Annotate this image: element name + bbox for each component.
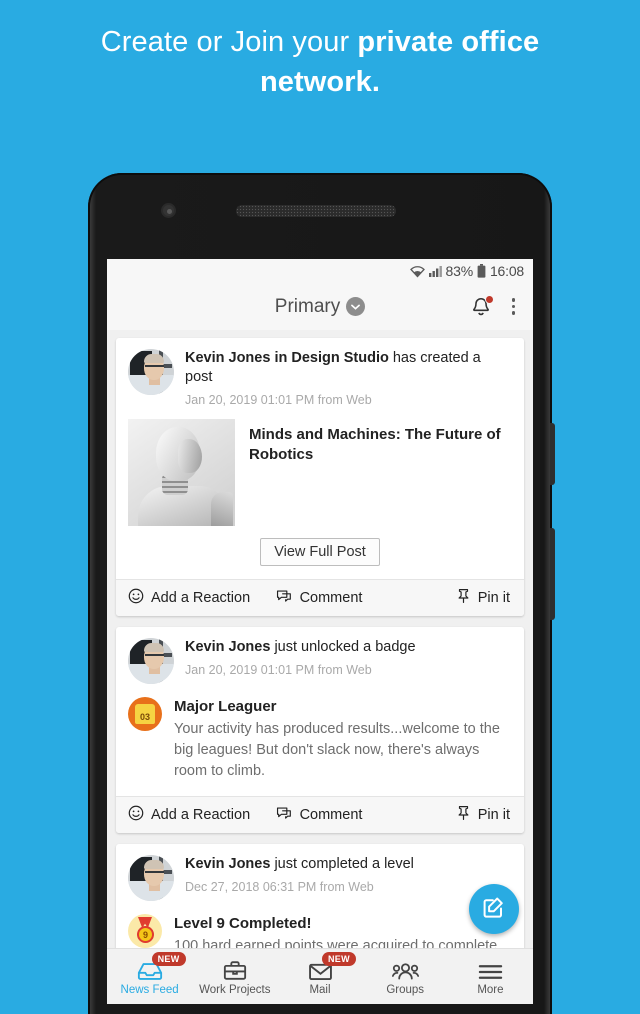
signal-icon	[428, 265, 442, 277]
notifications-button[interactable]	[470, 294, 494, 318]
overflow-menu-icon[interactable]	[508, 296, 520, 317]
pin-it-button[interactable]: Pin it	[383, 805, 524, 825]
comment-bubbles-icon	[276, 806, 293, 825]
badge-number-label: 03	[139, 712, 150, 722]
add-reaction-label: Add a Reaction	[151, 590, 251, 606]
briefcase-icon	[223, 958, 247, 981]
news-feed-list[interactable]: Kevin Jones in Design Studio has created…	[107, 330, 533, 948]
level-number-label: 9	[137, 926, 154, 943]
new-badge: NEW	[151, 952, 186, 966]
smiley-icon	[128, 805, 144, 825]
nav-item-groups[interactable]: Groups	[363, 949, 448, 1004]
chevron-down-icon	[346, 297, 366, 316]
add-reaction-button[interactable]: Add a Reaction	[116, 588, 255, 608]
battery-percent-label: 83%	[445, 263, 474, 279]
feed-card-badge[interactable]: Kevin Jones just unlocked a badge Jan 20…	[116, 627, 524, 833]
author-name[interactable]: Kevin Jones in Design Studio	[185, 350, 389, 366]
power-button[interactable]	[550, 423, 555, 485]
headline-light-text: Create or Join your	[100, 26, 358, 58]
post-body: Minds and Machines: The Future of Roboti…	[116, 417, 524, 538]
compose-fab-button[interactable]	[469, 884, 519, 934]
card-activity-line: Kevin Jones in Design Studio has created…	[185, 349, 512, 387]
card-header: Kevin Jones in Design Studio has created…	[116, 338, 524, 417]
comment-label: Comment	[299, 807, 363, 823]
pushpin-icon	[456, 805, 471, 825]
avatar[interactable]	[128, 855, 174, 901]
card-action-bar: Add a Reaction Comment Pin it	[116, 796, 524, 833]
bottom-navigation-bar: NEW News Feed Work Projects NEW Mail Gro…	[107, 948, 533, 1004]
phone-screen: 83% 16:08 Primary Kevin Jones in Design …	[107, 259, 533, 1004]
nav-label-groups: Groups	[386, 983, 425, 996]
card-activity-line: Kevin Jones just completed a level	[185, 855, 512, 874]
avatar[interactable]	[128, 349, 174, 395]
post-title[interactable]: Minds and Machines: The Future of Roboti…	[249, 419, 512, 526]
pin-it-button[interactable]: Pin it	[383, 588, 524, 608]
volume-button[interactable]	[550, 528, 555, 620]
badge-body: 03 Major Leaguer Your activity has produ…	[116, 693, 524, 796]
app-toolbar: Primary	[107, 283, 533, 330]
promo-headline: Create or Join your private office netwo…	[50, 22, 590, 102]
level-body: 9 Level 9 Completed! 100 hard earned poi…	[116, 910, 524, 948]
view-full-post-wrapper: View Full Post	[116, 538, 524, 579]
phone-mockup: 83% 16:08 Primary Kevin Jones in Design …	[88, 173, 555, 1014]
card-action-bar: Add a Reaction Comment Pin it	[116, 579, 524, 616]
nav-item-mail[interactable]: NEW Mail	[277, 949, 362, 1004]
smiley-icon	[128, 588, 144, 608]
activity-text: just unlocked a badge	[270, 639, 416, 655]
card-header: Kevin Jones just unlocked a badge Jan 20…	[116, 627, 524, 693]
compose-icon	[481, 894, 507, 925]
nav-item-work-projects[interactable]: Work Projects	[192, 949, 277, 1004]
battery-icon	[477, 264, 486, 278]
view-full-post-button[interactable]: View Full Post	[260, 538, 380, 566]
badge-description: Your activity has produced results...wel…	[174, 721, 500, 779]
pushpin-icon	[456, 588, 471, 608]
notification-dot-badge	[484, 294, 494, 304]
status-bar: 83% 16:08	[107, 259, 533, 283]
add-reaction-label: Add a Reaction	[151, 807, 251, 823]
new-badge: NEW	[322, 952, 356, 966]
nav-item-news-feed[interactable]: NEW News Feed	[107, 949, 192, 1004]
badge-title: Major Leaguer	[174, 698, 277, 715]
card-activity-line: Kevin Jones just unlocked a badge	[185, 638, 512, 657]
pin-it-label: Pin it	[477, 807, 510, 823]
avatar[interactable]	[128, 638, 174, 684]
card-timestamp: Jan 20, 2019 01:01 PM from Web	[185, 393, 372, 407]
feed-card-level[interactable]: Kevin Jones just completed a level Dec 2…	[116, 844, 524, 948]
clock-label: 16:08	[489, 263, 524, 279]
author-name[interactable]: Kevin Jones	[185, 639, 270, 655]
post-thumbnail-image[interactable]	[128, 419, 235, 526]
card-header: Kevin Jones just completed a level Dec 2…	[116, 844, 524, 910]
nav-label-work-projects: Work Projects	[199, 983, 271, 996]
nav-label-mail: Mail	[309, 983, 331, 996]
comment-label: Comment	[299, 590, 363, 606]
nav-label-news-feed: News Feed	[120, 983, 179, 996]
card-timestamp: Dec 27, 2018 06:31 PM from Web	[185, 880, 374, 894]
card-timestamp: Jan 20, 2019 01:01 PM from Web	[185, 663, 372, 677]
pin-it-label: Pin it	[477, 590, 510, 606]
wifi-icon	[409, 265, 425, 278]
comment-button[interactable]: Comment	[255, 806, 382, 825]
nav-item-more[interactable]: More	[448, 949, 533, 1004]
medal-icon: 9	[128, 914, 162, 948]
hamburger-icon	[478, 958, 503, 981]
people-icon	[391, 958, 419, 981]
level-title: Level 9 Completed!	[174, 915, 312, 932]
feed-selector-label: Primary	[274, 295, 341, 317]
comment-bubbles-icon	[276, 589, 293, 608]
nav-label-more: More	[477, 983, 504, 996]
feed-card-post[interactable]: Kevin Jones in Design Studio has created…	[116, 338, 524, 616]
comment-button[interactable]: Comment	[255, 589, 382, 608]
author-name[interactable]: Kevin Jones	[185, 856, 270, 872]
front-camera-icon	[161, 203, 176, 218]
level-description: 100 hard earned points were acquired to …	[174, 938, 498, 948]
earpiece-speaker	[236, 205, 396, 217]
jersey-badge-icon: 03	[128, 697, 162, 731]
activity-text: just completed a level	[270, 856, 414, 872]
add-reaction-button[interactable]: Add a Reaction	[116, 805, 255, 825]
